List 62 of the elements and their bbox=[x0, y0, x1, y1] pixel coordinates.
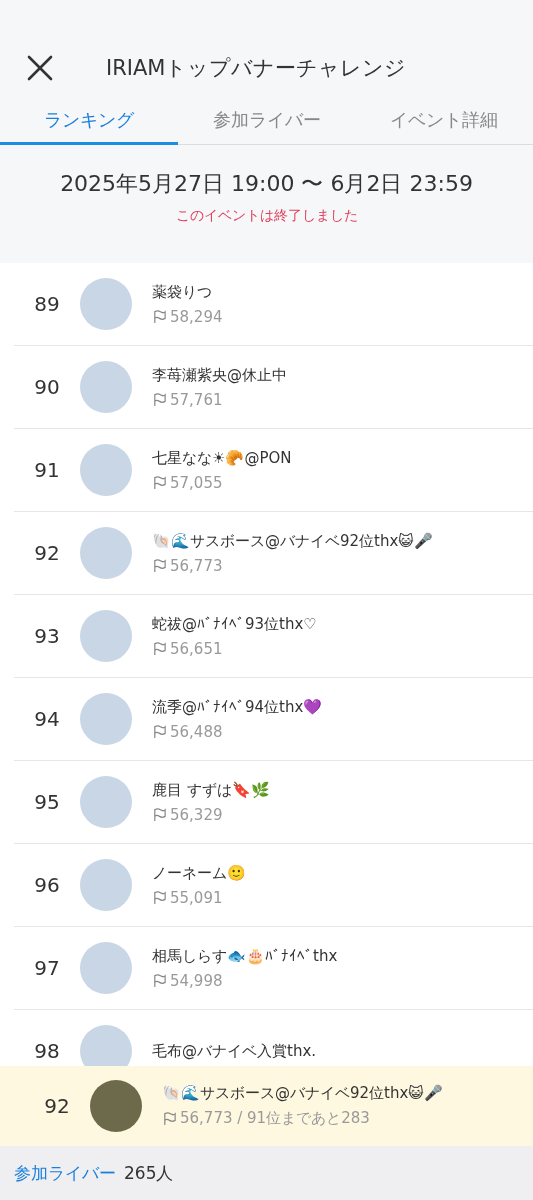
score: 56,329 bbox=[170, 805, 223, 824]
flag-icon bbox=[152, 807, 167, 822]
rank-number: 92 bbox=[33, 541, 61, 565]
score: 56,773 / 91位まであと283 bbox=[180, 1109, 370, 1128]
liver-name: 七星なな☀🥐@PON bbox=[152, 448, 292, 468]
rank-number: 89 bbox=[33, 292, 61, 316]
flag-icon bbox=[152, 973, 167, 988]
score: 54,998 bbox=[170, 971, 223, 990]
liver-name: 毛布@バナイベ入賞thx. bbox=[152, 1041, 317, 1061]
page-title: IRIAMトップバナーチャレンジ bbox=[106, 55, 407, 82]
flag-icon bbox=[152, 392, 167, 407]
rank-number: 95 bbox=[33, 790, 61, 814]
avatar-placeholder bbox=[90, 1080, 142, 1132]
rank-number: 93 bbox=[33, 624, 61, 648]
liver-name: 薬袋りつ bbox=[152, 282, 213, 302]
flag-icon bbox=[152, 558, 167, 573]
event-period: 2025年5月27日 19:00 〜 6月2日 23:59 bbox=[59, 170, 474, 198]
rank-number: 92 bbox=[43, 1094, 71, 1118]
liver-name: 鹿目 すずは🔖🌿 bbox=[152, 780, 270, 800]
flag-icon bbox=[152, 890, 167, 905]
avatar-placeholder bbox=[80, 610, 132, 662]
score: 58,294 bbox=[170, 307, 223, 326]
avatar-placeholder bbox=[80, 859, 132, 911]
avatar-placeholder bbox=[80, 444, 132, 496]
avatar-placeholder bbox=[80, 693, 132, 745]
tab[interactable]: ランキング bbox=[0, 100, 178, 145]
rank-number: 97 bbox=[33, 956, 61, 980]
avatar-placeholder bbox=[80, 527, 132, 579]
avatar-placeholder bbox=[80, 942, 132, 994]
avatar-placeholder bbox=[80, 1025, 132, 1066]
score: 56,773 bbox=[170, 556, 223, 575]
liver-name: 蛇祓@ﾊﾞﾅｲﾍﾞ93位thx♡ bbox=[152, 614, 317, 634]
rank-number: 90 bbox=[33, 375, 61, 399]
liver-name: 李苺瀬紫央@休止中 bbox=[152, 365, 287, 385]
liver-name: 🐚🌊サスボース@バナイベ92位thx😺🎤 bbox=[162, 1084, 443, 1103]
score: 57,761 bbox=[170, 390, 223, 409]
flag-icon bbox=[162, 1111, 177, 1126]
participants-link[interactable]: 参加ライバー bbox=[14, 1161, 116, 1185]
liver-name: ノーネーム🙂 bbox=[152, 863, 246, 883]
rank-number: 94 bbox=[33, 707, 61, 731]
liver-name: 🐚🌊サスボース@バナイベ92位thx😺🎤 bbox=[152, 531, 433, 551]
tab[interactable]: イベント詳細 bbox=[355, 100, 533, 145]
score: 57,055 bbox=[170, 473, 223, 492]
tab[interactable]: 参加ライバー bbox=[177, 100, 356, 145]
flag-icon bbox=[152, 309, 167, 324]
score: 55,091 bbox=[170, 888, 223, 907]
rank-number: 96 bbox=[33, 873, 61, 897]
avatar-placeholder bbox=[80, 278, 132, 330]
flag-icon bbox=[152, 724, 167, 739]
flag-icon bbox=[152, 641, 167, 656]
rank-number: 98 bbox=[33, 1039, 61, 1063]
flag-icon bbox=[152, 475, 167, 490]
close-icon[interactable] bbox=[26, 54, 54, 82]
score: 56,488 bbox=[170, 722, 223, 741]
liver-name: 流季@ﾊﾞﾅｲﾍﾞ94位thx💜 bbox=[152, 697, 323, 717]
liver-name: 相馬しらす🐟🎂ﾊﾞﾅｲﾍﾞthx bbox=[152, 946, 338, 966]
avatar-placeholder bbox=[80, 361, 132, 413]
event-status: このイベントは終了しました bbox=[174, 207, 359, 225]
participant-count: 265人 bbox=[124, 1161, 174, 1185]
rank-number: 91 bbox=[33, 458, 61, 482]
score: 56,651 bbox=[170, 639, 223, 658]
avatar-placeholder bbox=[80, 776, 132, 828]
